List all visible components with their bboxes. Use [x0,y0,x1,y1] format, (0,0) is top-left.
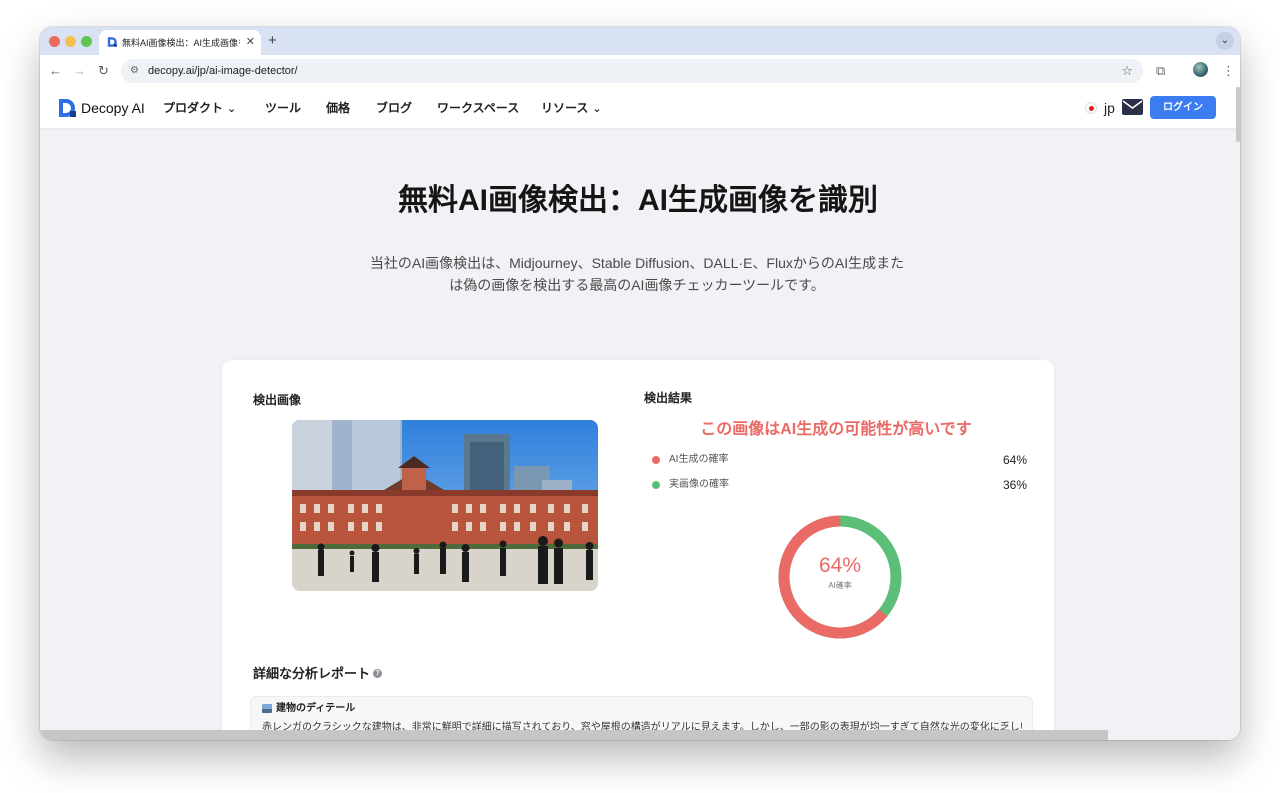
horizontal-scrollbar[interactable] [40,730,1240,740]
nav-item-blog[interactable]: ブログ [376,100,412,116]
nav-item-pricing[interactable]: 価格 [326,100,350,116]
bookmark-star-icon[interactable]: ☆ [1121,63,1133,79]
url-text[interactable]: decopy.ai/jp/ai-image-detector/ [148,64,298,78]
donut-center-value: 64% [818,554,862,577]
more-menu-icon[interactable]: ⋮ [1222,63,1235,79]
chevron-down-icon: ⌄ [592,103,602,115]
extensions-icon[interactable]: ⧉ [1156,63,1165,79]
nav-item-products-label: プロダクト [163,101,224,115]
uploaded-image [292,420,598,591]
ai-probability-value: 64% [1002,453,1027,467]
subtitle-line-2: は偽の画像を検出する最高のAI画像チェッカーツールです。 [449,277,825,293]
detection-result-label: 検出結果 [644,391,693,405]
vertical-scrollbar-thumb[interactable] [1236,87,1240,142]
real-legend-dot [652,481,660,489]
tab-title: 無料AI画像検出：AI生成画像を識別 [122,38,240,48]
browser-toolbar: ← → ↻ ⚙ decopy.ai/jp/ai-image-detector/ … [40,55,1240,88]
nav-item-tools[interactable]: ツール [265,100,301,116]
logo-text[interactable]: Decopy AI [81,99,145,117]
japan-flag-icon[interactable] [1086,103,1096,113]
help-icon[interactable]: ? [373,669,382,678]
chevron-down-icon: ⌄ [227,103,237,115]
nav-item-resources[interactable]: リソース ⌄ [541,100,602,117]
report-title: 詳細な分析レポート [253,666,371,681]
decopy-logo-icon[interactable] [57,98,77,118]
browser-window: 無料AI画像検出：AI生成画像を識別 ✕ + ⌄ ← → ↻ ⚙ decopy.… [40,27,1240,740]
browser-tab-active[interactable]: 無料AI画像検出：AI生成画像を識別 ✕ [99,30,261,55]
real-probability-label: 実画像の確率 [669,479,729,490]
page-title: 無料AI画像検出：AI生成画像を識別 [398,184,878,217]
mail-icon[interactable] [1122,99,1143,115]
close-window-button[interactable] [49,36,60,47]
report-item-title: 建物のディテール [276,703,356,714]
detector-card: 検出画像 検出結果 この画像はAI生成の可能性が高いです AI生成の確率 64%… [222,360,1054,740]
profile-avatar-icon[interactable] [1193,62,1208,77]
nav-item-products[interactable]: プロダクト ⌄ [163,100,236,117]
site-settings-icon[interactable]: ⚙ [130,64,139,78]
ai-probability-row: AI生成の確率 64% [652,452,1027,468]
address-bar[interactable]: ⚙ decopy.ai/jp/ai-image-detector/ ☆ [121,59,1143,83]
tab-strip: 無料AI画像検出：AI生成画像を識別 ✕ + ⌄ [40,27,1240,55]
new-tab-button[interactable]: + [268,31,277,51]
login-button[interactable]: ログイン [1150,96,1216,119]
ai-probability-label: AI生成の確率 [669,454,729,465]
site-header: Decopy AI プロダクト ⌄ ツール 価格 ブログ ワークスペース リソース… [40,87,1236,128]
ai-legend-dot [652,456,660,464]
page-viewport: Decopy AI プロダクト ⌄ ツール 価格 ブログ ワークスペース リソース… [40,87,1240,740]
tokyo-station-photo [292,420,598,591]
tab-search-chevron-icon[interactable]: ⌄ [1216,32,1234,50]
subtitle-line-1: 当社のAI画像検出は、Midjourney、Stable Diffusion、D… [369,255,905,271]
forward-arrow-icon[interactable]: → [73,63,86,79]
back-arrow-icon[interactable]: ← [49,63,62,79]
maximize-window-button[interactable] [81,36,92,47]
detected-image-label: 検出画像 [253,393,302,407]
nav-item-resources-label: リソース [541,101,589,115]
tab-close-icon[interactable]: ✕ [246,35,255,49]
horizontal-scrollbar-thumb[interactable] [40,730,1108,740]
vertical-scrollbar[interactable] [1236,87,1240,740]
verdict-text: この画像はAI生成の可能性が高いです [700,421,972,438]
real-probability-value: 36% [1002,478,1027,492]
reload-icon[interactable]: ↻ [98,63,109,79]
probability-donut: 64% AI確率 [778,515,902,639]
page-subtitle: 当社のAI画像検出は、Midjourney、Stable Diffusion、D… [342,252,932,296]
real-probability-row: 実画像の確率 36% [652,477,1027,493]
minimize-window-button[interactable] [65,36,76,47]
donut-center-caption: AI確率 [828,581,852,590]
building-icon [262,704,272,713]
nav-item-workspace[interactable]: ワークスペース [437,100,519,116]
decopy-favicon-icon [107,37,117,47]
language-selector[interactable]: jp [1104,99,1115,117]
